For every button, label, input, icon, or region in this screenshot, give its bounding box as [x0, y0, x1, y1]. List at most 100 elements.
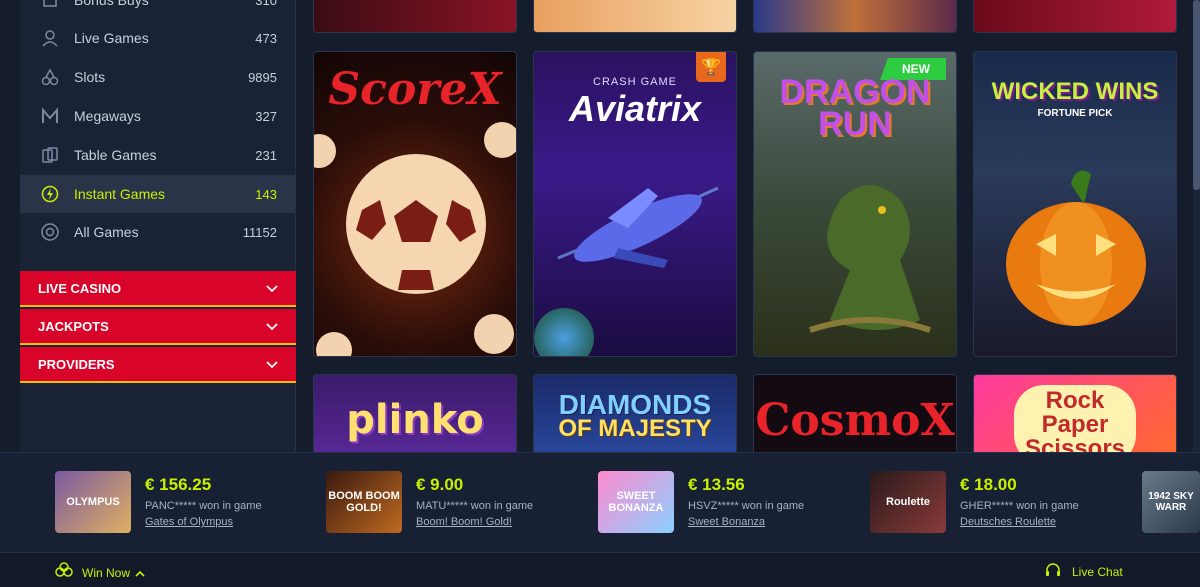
- game-thumbnail[interactable]: Roulette: [870, 471, 946, 533]
- sidebar-item-label: Bonus Buys: [74, 0, 149, 8]
- soccer-ball-icon: [346, 154, 486, 294]
- game-subtitle: OF MAJESTY: [558, 415, 712, 442]
- sidebar-item-count: 11152: [242, 224, 277, 240]
- sidebar-item-count: 231: [255, 147, 277, 163]
- game-tile-dragon-run[interactable]: NEW DRAGON RUN: [753, 51, 957, 357]
- soccer-ball-small: [316, 332, 352, 356]
- scrollbar-thumb[interactable]: [1193, 0, 1200, 190]
- winner-card[interactable]: Roulette € 18.00 GHER***** won in game D…: [870, 471, 1079, 533]
- sidebar-item-count: 327: [255, 108, 277, 124]
- sidebar-item-bonus-buys[interactable]: Bonus Buys 310: [20, 0, 295, 19]
- sidebar-item-count: 473: [255, 30, 277, 46]
- planet-icon: [534, 308, 594, 356]
- game-tile-plinko[interactable]: plinko: [313, 374, 517, 464]
- bonus-buy-icon: [38, 0, 62, 12]
- win-amount: € 13.56: [688, 475, 745, 494]
- game-tile-wicked-wins[interactable]: WICKED WINS FORTUNE PICK: [973, 51, 1177, 357]
- pumpkin-icon: [1006, 170, 1146, 326]
- accordion-jackpots[interactable]: JACKPOTS: [20, 309, 296, 345]
- sidebar-item-count: 143: [255, 186, 277, 202]
- accordion-label: PROVIDERS: [38, 356, 115, 372]
- sidebar-item-megaways[interactable]: Megaways 327: [20, 97, 295, 135]
- cherries-icon: [38, 65, 62, 89]
- winner-user: GHER***** won in game: [960, 500, 1079, 512]
- win-now-label: Win Now: [82, 565, 131, 580]
- game-tile-scorex[interactable]: ScoreX: [313, 51, 517, 357]
- sidebar-item-all-games[interactable]: All Games 11152: [20, 213, 295, 251]
- accordion-label: LIVE CASINO: [38, 280, 122, 296]
- footer-bar: Win Now Live Chat: [0, 552, 1200, 587]
- sidebar-item-count: 9895: [248, 69, 277, 85]
- game-title: ScoreX: [328, 64, 502, 115]
- winner-card[interactable]: 1942 SKY WARR: [1142, 471, 1200, 533]
- sidebar-item-table-games[interactable]: Table Games 231: [20, 136, 295, 174]
- game-tile-partial[interactable]: [753, 0, 957, 33]
- sidebar-item-label: Slots: [74, 69, 106, 85]
- sidebar-item-label: All Games: [74, 224, 139, 240]
- clover-icon: [54, 561, 74, 584]
- win-amount: € 18.00: [960, 475, 1017, 494]
- game-thumbnail[interactable]: BOOM BOOM GOLD!: [326, 471, 402, 533]
- game-tile-aviatrix[interactable]: 🏆 CRASH GAME Aviatrix: [533, 51, 737, 357]
- game-thumbnail[interactable]: OLYMPUS: [55, 471, 131, 533]
- game-tile-diamonds-of-majesty[interactable]: DIAMONDS OF MAJESTY: [533, 374, 737, 464]
- airplane-icon: [557, 186, 719, 268]
- live-chat-label: Live Chat: [1072, 564, 1123, 579]
- instant-games-icon: [38, 182, 62, 206]
- game-thumbnail[interactable]: SWEET BONANZA: [598, 471, 674, 533]
- headset-icon: [1044, 561, 1062, 582]
- recent-winners-bar: OLYMPUS € 156.25 PANC***** won in game G…: [0, 452, 1200, 552]
- accordion-providers[interactable]: PROVIDERS: [20, 347, 296, 383]
- sidebar-item-count: 310: [255, 0, 277, 8]
- game-title: WICKED WINS: [991, 78, 1159, 105]
- game-tile-partial[interactable]: [313, 0, 517, 33]
- game-title: CosmoX: [755, 395, 955, 446]
- game-title: plinko: [346, 397, 484, 443]
- sidebar-item-live-games[interactable]: Live Games 473: [20, 19, 295, 57]
- sidebar-item-slots[interactable]: Slots 9895: [20, 58, 295, 96]
- soccer-ball-small: [474, 314, 514, 354]
- sidebar-item-label: Live Games: [74, 30, 149, 46]
- soccer-ball-small: [484, 122, 516, 158]
- live-dealer-icon: [38, 26, 62, 50]
- game-subtitle: CRASH GAME: [593, 76, 677, 88]
- dragon-icon: [809, 185, 931, 333]
- game-title: Aviatrix: [568, 88, 702, 129]
- chevron-down-icon: [266, 281, 278, 296]
- sidebar-item-instant-games[interactable]: Instant Games 143: [20, 175, 295, 213]
- winner-game-link[interactable]: Boom! Boom! Gold!: [416, 516, 533, 528]
- game-tile-partial[interactable]: [973, 0, 1177, 33]
- game-title: DRAGON RUN: [779, 73, 931, 143]
- winner-game-link[interactable]: Sweet Bonanza: [688, 516, 804, 528]
- accordion-label: JACKPOTS: [38, 318, 109, 334]
- game-subtitle: FORTUNE PICK: [1037, 108, 1113, 119]
- winner-user: MATU***** won in game: [416, 500, 534, 512]
- sidebar-item-label: Instant Games: [74, 186, 166, 202]
- chip-icon: [38, 220, 62, 244]
- chevron-up-icon: [135, 566, 145, 580]
- megaways-icon: [38, 104, 62, 128]
- winner-game-link[interactable]: Deutsches Roulette: [960, 516, 1079, 528]
- win-amount: € 9.00: [416, 475, 464, 494]
- winner-card[interactable]: OLYMPUS € 156.25 PANC***** won in game G…: [55, 471, 262, 533]
- casino-page: Bonus Buys 310 Live Games 473 Slots 9895…: [0, 0, 1200, 587]
- winner-game-link[interactable]: Gates of Olympus: [145, 516, 262, 528]
- accordion-live-casino[interactable]: LIVE CASINO: [20, 271, 296, 307]
- chevron-down-icon: [266, 357, 278, 372]
- game-tile-rock-paper-scissors[interactable]: Rock Paper Scissors: [973, 374, 1177, 464]
- page-scrollbar[interactable]: [1193, 0, 1200, 452]
- cards-icon: [38, 143, 62, 167]
- winner-user: HSVZ***** won in game: [688, 500, 805, 512]
- win-amount: € 156.25: [145, 475, 212, 494]
- game-thumbnail[interactable]: 1942 SKY WARR: [1142, 471, 1200, 533]
- live-chat-button[interactable]: Live Chat: [1044, 561, 1123, 582]
- winner-card[interactable]: SWEET BONANZA € 13.56 HSVZ***** won in g…: [598, 471, 804, 533]
- win-now-button[interactable]: Win Now: [54, 561, 145, 584]
- category-sidebar: Bonus Buys 310 Live Games 473 Slots 9895…: [20, 0, 296, 452]
- winner-card[interactable]: BOOM BOOM GOLD! € 9.00 MATU***** won in …: [326, 471, 533, 533]
- winner-user: PANC***** won in game: [145, 500, 262, 512]
- game-tile-cosmox[interactable]: CosmoX: [753, 374, 957, 464]
- sidebar-item-label: Table Games: [74, 147, 157, 163]
- game-tile-partial[interactable]: [533, 0, 737, 33]
- sidebar-item-label: Megaways: [74, 108, 141, 124]
